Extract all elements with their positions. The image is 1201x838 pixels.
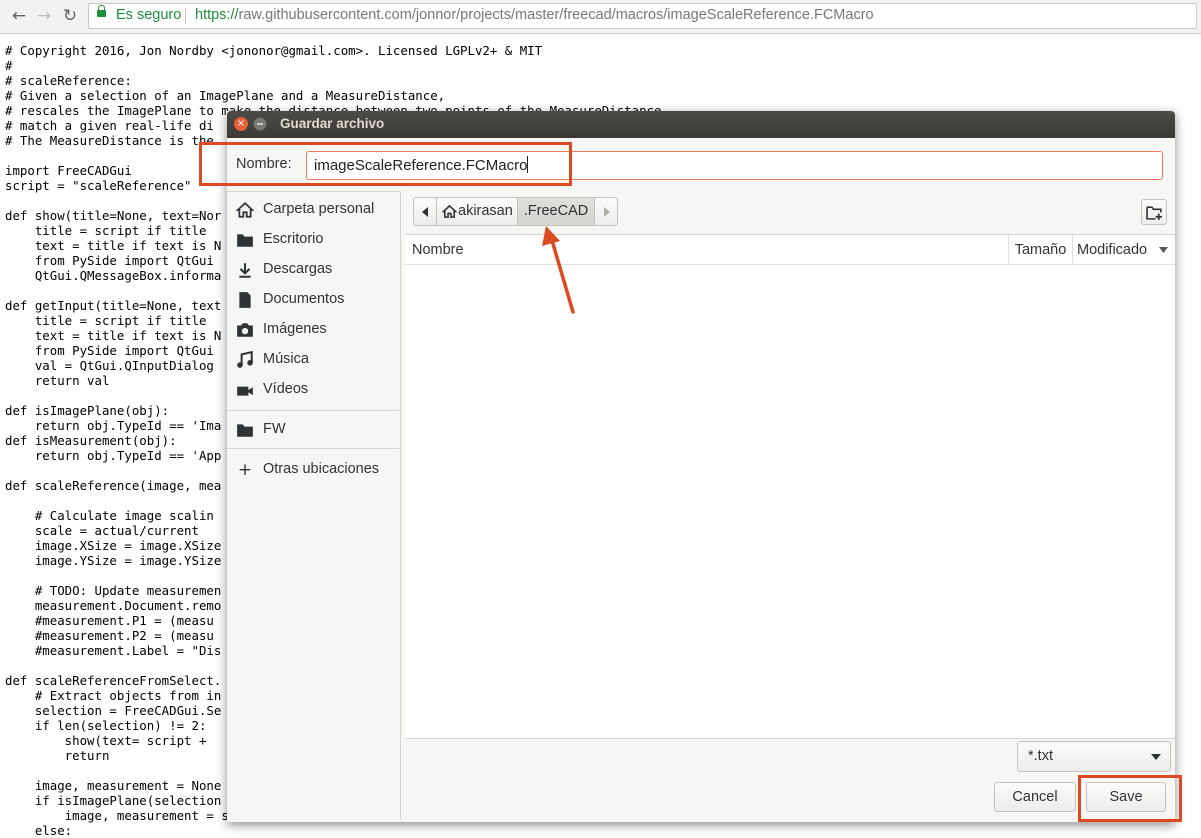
- music-icon: [237, 351, 253, 368]
- places-sidebar: Carpeta personal Escritorio Descargas Do…: [227, 191, 401, 819]
- sidebar-item-downloads[interactable]: Descargas: [227, 256, 399, 284]
- column-header-size[interactable]: Tamaño: [1009, 235, 1073, 265]
- home-icon: [236, 202, 254, 218]
- url-separator: [185, 8, 186, 24]
- path-forward-button[interactable]: [594, 197, 618, 226]
- url-path: raw.githubusercontent.com/jonnor/project…: [238, 7, 874, 23]
- desktop-folder-icon: [237, 234, 253, 247]
- sidebar-item-label: Imágenes: [263, 321, 327, 337]
- path-segment-current[interactable]: .FreeCAD: [517, 197, 595, 226]
- sidebar-item-music[interactable]: Música: [227, 346, 399, 374]
- dialog-action-bar: Cancel Save: [405, 774, 1175, 822]
- sidebar-item-other-locations[interactable]: + Otras ubicaciones: [227, 456, 399, 484]
- path-segment-home[interactable]: akirasan: [436, 197, 518, 226]
- secure-label: Es seguro: [116, 7, 182, 23]
- column-label: Nombre: [412, 242, 464, 258]
- camera-icon: [237, 323, 253, 337]
- filename-highlight-box: [199, 142, 572, 186]
- document-icon: [239, 292, 251, 308]
- save-file-dialog: × Guardar archivo Nombre: imageScaleRefe…: [227, 111, 1175, 822]
- column-label: Tamaño: [1014, 242, 1067, 258]
- chevron-down-icon: [1151, 754, 1161, 760]
- new-folder-button[interactable]: [1141, 199, 1167, 225]
- file-type-filter[interactable]: *.txt: [1017, 741, 1171, 772]
- reload-icon[interactable]: ↻: [60, 6, 80, 26]
- dialog-title: Guardar archivo: [280, 116, 385, 131]
- sidebar-item-videos[interactable]: Vídeos: [227, 376, 399, 404]
- forward-icon[interactable]: →: [34, 6, 54, 26]
- video-icon: [237, 386, 253, 396]
- address-bar[interactable]: Es seguro https://raw.githubusercontent.…: [88, 3, 1197, 29]
- sidebar-item-documents[interactable]: Documentos: [227, 286, 399, 314]
- sidebar-item-home[interactable]: Carpeta personal: [227, 196, 399, 224]
- column-header-modified[interactable]: Modificado: [1073, 235, 1175, 265]
- column-label: Modificado: [1077, 242, 1148, 258]
- path-segment-label: akirasan: [458, 203, 513, 219]
- sidebar-item-fw[interactable]: FW: [227, 416, 399, 444]
- sidebar-item-label: Carpeta personal: [263, 201, 375, 217]
- sidebar-item-label: Documentos: [263, 291, 345, 307]
- url-scheme: https://: [195, 7, 239, 23]
- download-icon: [239, 263, 251, 278]
- path-segment-label: .FreeCAD: [523, 203, 589, 219]
- sidebar-item-label: Otras ubicaciones: [263, 461, 380, 477]
- sidebar-item-label: FW: [263, 421, 286, 437]
- url-text[interactable]: https://raw.githubusercontent.com/jonnor…: [195, 7, 874, 23]
- minimize-window-icon[interactable]: [253, 117, 267, 131]
- sort-down-icon: [1159, 247, 1168, 253]
- save-highlight-box: [1078, 775, 1182, 822]
- sidebar-item-label: Vídeos: [263, 381, 309, 397]
- path-back-button[interactable]: [413, 197, 437, 226]
- filter-value: *.txt: [1028, 748, 1053, 764]
- sidebar-divider: [227, 410, 399, 411]
- sidebar-item-label: Escritorio: [263, 231, 324, 247]
- sidebar-item-label: Descargas: [263, 261, 333, 277]
- filter-bar: *.txt: [405, 738, 1175, 775]
- sidebar-divider: [227, 448, 399, 449]
- plus-icon: +: [237, 460, 253, 480]
- sidebar-item-label: Música: [263, 351, 309, 367]
- browser-toolbar: ← → ↻ Es seguro https://raw.githubuserco…: [0, 0, 1201, 34]
- back-icon[interactable]: ←: [9, 6, 29, 26]
- folder-icon: [237, 424, 253, 437]
- sidebar-item-desktop[interactable]: Escritorio: [227, 226, 399, 254]
- home-icon: [442, 204, 457, 218]
- chevron-right-icon: [604, 207, 610, 217]
- file-list[interactable]: Nombre Tamaño Modificado: [405, 234, 1175, 739]
- chevron-left-icon: [422, 207, 428, 217]
- new-folder-icon: [1146, 206, 1162, 220]
- lock-icon: [97, 5, 106, 17]
- cancel-button[interactable]: Cancel: [994, 782, 1076, 812]
- column-header-name[interactable]: Nombre: [405, 235, 1009, 265]
- close-window-icon[interactable]: ×: [234, 117, 248, 131]
- dialog-titlebar: × Guardar archivo: [227, 111, 1175, 138]
- sidebar-item-pictures[interactable]: Imágenes: [227, 316, 399, 344]
